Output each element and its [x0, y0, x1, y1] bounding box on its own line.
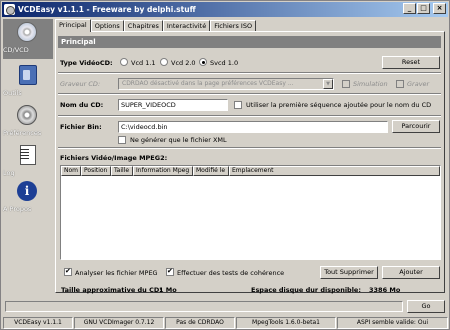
- sidebar-item-a-propos[interactable]: i A Propos: [3, 181, 53, 213]
- radio-vcd20[interactable]: [160, 58, 168, 66]
- log-document-icon: [20, 145, 36, 165]
- list-header: Nom Position Taille Information Mpeg Mod…: [61, 166, 440, 176]
- simulation-checkbox: [342, 80, 350, 88]
- disc-icon: [17, 22, 37, 42]
- espace-disque-label: Espace disque dur disponible:: [251, 286, 361, 294]
- separator: [58, 93, 441, 95]
- graveur-select: CDRDAO désactivé dans la page préférence…: [118, 78, 334, 90]
- analyse-mpeg-label: Analyser les fichier MPEG: [75, 269, 158, 277]
- panel-header: Principal: [58, 36, 441, 48]
- status-vcdimager-version: GNU VCDImager 0.7.12: [74, 317, 164, 329]
- espace-disque-value: 3386 Mo: [369, 286, 401, 294]
- sidebar-item-log[interactable]: Log: [3, 145, 53, 177]
- taille-cd-value: 1 Mo: [159, 286, 177, 294]
- xml-only-checkbox[interactable]: [118, 136, 126, 144]
- main-window: VCDEasy v1.1.1 - Freeware by delphi.stuf…: [0, 0, 450, 330]
- principal-panel: Principal Type VidéoCD: Vcd 1.1 Vcd 2.0 …: [55, 31, 445, 293]
- info-icon: i: [17, 181, 37, 201]
- column-header-position[interactable]: Position: [81, 166, 111, 176]
- tout-supprimer-button[interactable]: Tout Supprimer: [320, 266, 378, 279]
- parcourir-button[interactable]: Parcourir: [392, 120, 440, 133]
- sidebar-item-outils[interactable]: Outils: [3, 65, 53, 97]
- graver-label: Graver: [407, 80, 430, 88]
- first-sequence-label: Utiliser la première séquence ajoutée po…: [246, 101, 432, 109]
- list-title: Fichiers Vidéo/Image MPEG2:: [60, 154, 168, 162]
- coherence-tests-label: Effectuer des tests de cohérence: [177, 269, 285, 277]
- fichier-bin-input[interactable]: C:\videocd.bin: [118, 121, 388, 133]
- sidebar: CD/VCD Outils Préférences Log i A Propos: [3, 19, 53, 305]
- fichier-bin-label: Fichier Bin:: [60, 123, 102, 131]
- analyse-mpeg-checkbox[interactable]: [64, 267, 72, 276]
- graveur-label: Graveur CD:: [60, 80, 101, 88]
- column-header-emplacement[interactable]: Emplacement: [229, 166, 440, 176]
- sidebar-item-preferences[interactable]: Préférences: [3, 105, 53, 137]
- type-videocd-label: Type VidéoCD:: [60, 59, 113, 67]
- separator: [58, 72, 441, 74]
- simulation-label: Simulation: [353, 80, 388, 88]
- tab-principal[interactable]: Principal: [55, 19, 91, 32]
- close-button[interactable]: ×: [433, 3, 446, 14]
- maximize-button[interactable]: □: [417, 3, 430, 14]
- column-header-nom[interactable]: Nom: [61, 166, 81, 176]
- graver-checkbox: [396, 80, 404, 88]
- separator: [58, 115, 441, 117]
- window-title: VCDEasy v1.1.1 - Freeware by delphi.stuf…: [18, 5, 196, 14]
- radio-svcd10[interactable]: [199, 58, 207, 66]
- status-mpegtools-version: MpegTools 1.6.0-beta1: [236, 317, 336, 329]
- nom-cd-label: Nom du CD:: [60, 101, 104, 109]
- app-icon: [4, 4, 15, 15]
- status-aspi: ASPI semble valide: Oui: [337, 317, 448, 329]
- tools-icon: [19, 65, 37, 85]
- preferences-disc-icon: [17, 105, 37, 125]
- radio-svcd10-label: Svcd 1.0: [210, 59, 239, 67]
- sidebar-item-cdvcd[interactable]: CD/VCD: [3, 19, 53, 59]
- nom-cd-input[interactable]: SUPER_VIDEOCD: [118, 99, 228, 111]
- radio-vcd20-label: Vcd 2.0: [171, 59, 196, 67]
- title-bar[interactable]: VCDEasy v1.1.1 - Freeware by delphi.stuf…: [2, 2, 448, 17]
- progress-bar: [5, 301, 403, 312]
- mpeg-files-list[interactable]: Nom Position Taille Information Mpeg Mod…: [60, 165, 441, 260]
- separator: [58, 147, 441, 149]
- status-cdrdao: Pas de CDRDAO: [165, 317, 235, 329]
- coherence-tests-checkbox[interactable]: [166, 267, 174, 276]
- column-header-taille[interactable]: Taille: [111, 166, 133, 176]
- column-header-modifie-le[interactable]: Modifié le: [193, 166, 229, 176]
- ajouter-button[interactable]: Ajouter: [382, 266, 440, 279]
- radio-vcd11[interactable]: [120, 58, 128, 66]
- chevron-down-icon: ▼: [323, 79, 333, 89]
- reset-button[interactable]: Reset: [382, 56, 440, 69]
- go-button[interactable]: Go: [407, 300, 445, 313]
- status-vcdeasy-version: VCDEasy v1.1.1: [3, 317, 73, 329]
- taille-cd-label: Taille approximative du CD:: [61, 286, 162, 294]
- first-sequence-checkbox[interactable]: [234, 101, 242, 109]
- column-header-information-mpeg[interactable]: Information Mpeg: [133, 166, 193, 176]
- status-bar: VCDEasy v1.1.1 GNU VCDImager 0.7.12 Pas …: [3, 317, 449, 329]
- minimize-button[interactable]: _: [403, 3, 416, 14]
- xml-only-label: Ne générer que le fichier XML: [130, 136, 227, 144]
- radio-vcd11-label: Vcd 1.1: [131, 59, 156, 67]
